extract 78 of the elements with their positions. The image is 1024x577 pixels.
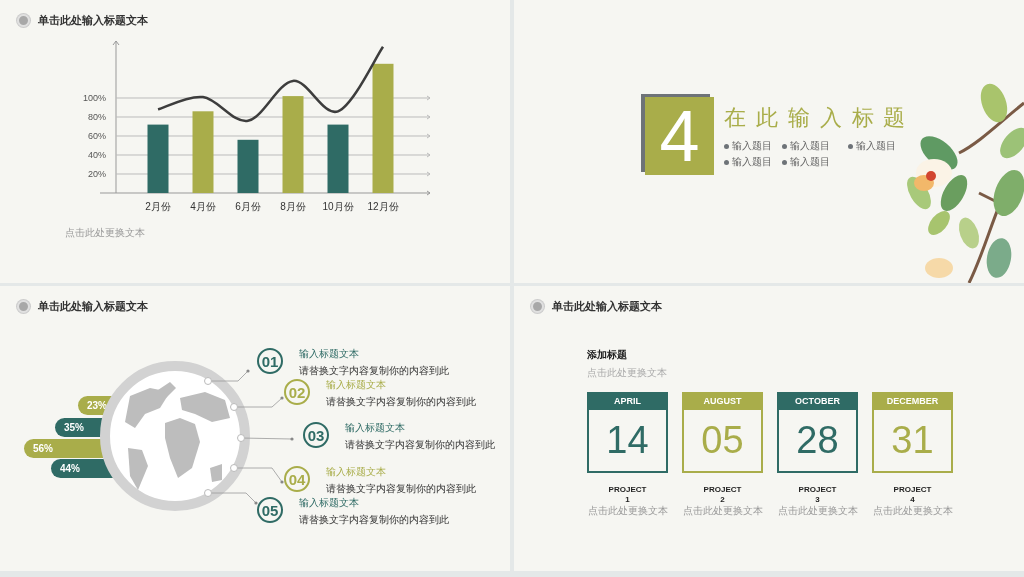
bullet-text: 输入题目 [856,139,896,153]
month-label: APRIL [587,392,668,410]
item-title: 输入标题文本 [299,496,360,510]
project-text: 点击此处更换文本 [872,504,953,519]
project-text: 点击此处更换文本 [587,504,668,519]
number-badge: 05 [257,497,283,523]
day-number: 14 [605,418,650,463]
bar [147,124,169,193]
percent-label: 44% [59,462,80,474]
circle-icon [531,300,544,313]
item-title: 输入标题文本 [345,421,406,435]
section-heading: 添加标题 [587,348,627,362]
project-number: 4 [910,494,915,505]
project-text: 点击此处更换文本 [682,504,763,519]
month-label: DECEMBER [872,392,953,410]
bullet-dot [782,159,787,165]
item-description: 请替换文字内容复制你的内容到此 [345,438,495,452]
month-label: AUGUST [682,392,763,410]
circle-icon [17,300,30,313]
month-label: OCTOBER [777,392,858,410]
slide-title: 单击此处输入标题文本 [552,299,662,314]
project-label: PROJECT [798,485,837,495]
percent-label: 56% [32,442,53,454]
bar [237,139,259,193]
x-tick-label: 8月份 [280,201,306,212]
project-label: PROJECT [703,485,742,495]
project-number: 2 [720,494,725,505]
y-tick-label: 80% [88,112,106,122]
ring-dot-icon [230,464,238,472]
ring-dot-icon [237,434,245,442]
number-badge: 04 [284,466,310,492]
bullet-text: 输入题目 [732,155,772,169]
x-tick-label: 6月份 [235,201,261,212]
y-tick-label: 100% [82,93,106,103]
circle-icon [17,14,30,27]
percent-label: 35% [63,421,84,433]
bar [327,124,349,193]
bullet-dot [724,143,729,149]
item-title: 输入标题文本 [299,347,360,361]
y-tick-label: 40% [88,150,106,160]
item-description: 请替换文字内容复制你的内容到此 [299,364,449,378]
day-number: 05 [700,418,745,463]
y-tick-label: 20% [88,169,106,179]
bullet-dot [848,143,853,149]
slide-title: 单击此处输入标题文本 [38,13,148,28]
x-tick-label: 2月份 [145,201,171,212]
bullet-text: 输入题目 [790,139,830,153]
day-number: 31 [890,418,935,463]
ring-dot-icon [230,403,238,411]
ring-dot-icon [204,377,212,385]
x-tick-label: 12月份 [367,201,399,212]
item-title: 输入标题文本 [326,378,387,392]
percent-label: 23% [86,399,107,411]
project-number: 1 [625,494,630,505]
item-description: 请替换文字内容复制你的内容到此 [299,513,449,527]
x-tick-label: 4月份 [190,201,216,212]
bullet-dot [782,143,787,149]
ring-dot-icon [204,489,212,497]
project-number: 3 [815,494,820,505]
number-badge: 01 [257,348,283,374]
item-description: 请替换文字内容复制你的内容到此 [326,482,476,496]
item-description: 请替换文字内容复制你的内容到此 [326,395,476,409]
x-tick-label: 10月份 [322,201,354,212]
day-number: 28 [795,418,840,463]
number-badge: 02 [284,379,310,405]
bullet-text: 输入题目 [732,139,772,153]
bullet-text: 输入题目 [790,155,830,169]
project-label: PROJECT [893,485,932,495]
caption-text: 点击此处更换文本 [65,226,145,240]
section-subheading: 点击此处更换文本 [587,366,667,380]
number-badge: 03 [303,422,329,448]
project-text: 点击此处更换文本 [777,504,858,519]
project-label: PROJECT [608,485,647,495]
section-title: 在此输入标题 [724,104,916,132]
y-tick-label: 60% [88,131,106,141]
item-title: 输入标题文本 [326,465,387,479]
slide-title: 单击此处输入标题文本 [38,299,148,314]
bullet-dot [724,159,729,165]
